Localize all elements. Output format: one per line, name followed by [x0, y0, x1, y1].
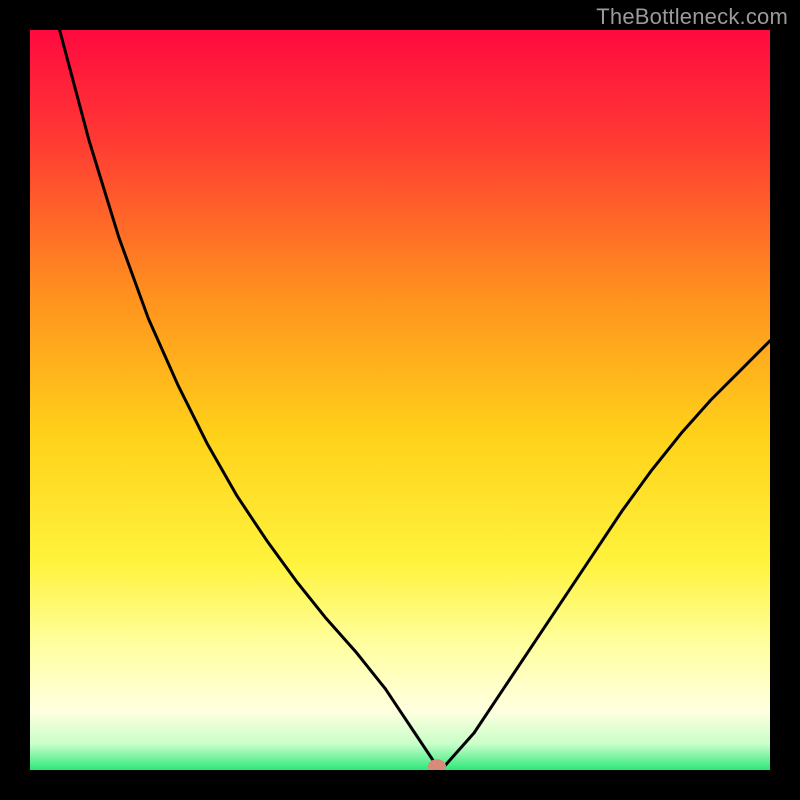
chart-frame: TheBottleneck.com — [0, 0, 800, 800]
watermark-text: TheBottleneck.com — [596, 4, 788, 30]
gradient-background — [30, 30, 770, 770]
chart-svg — [30, 30, 770, 770]
plot-area — [30, 30, 770, 770]
